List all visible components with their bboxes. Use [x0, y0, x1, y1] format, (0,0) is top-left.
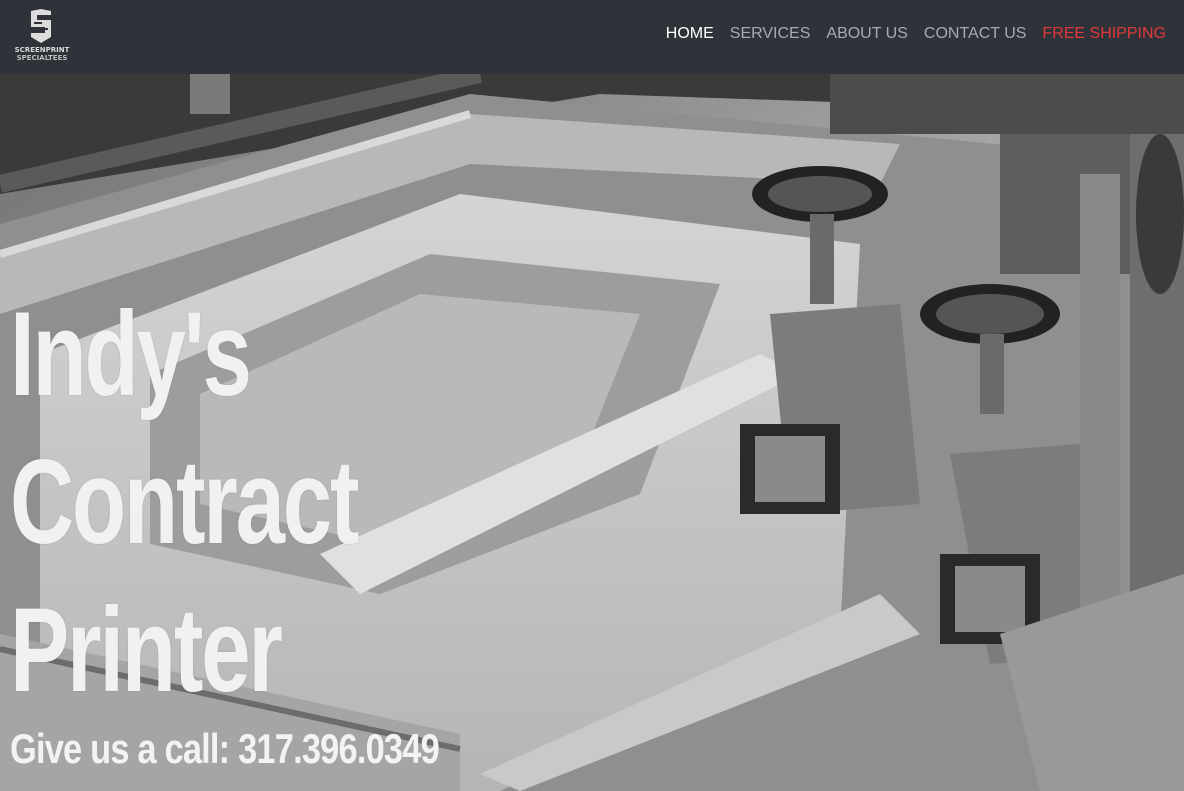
nav-about-us[interactable]: ABOUT US — [826, 25, 908, 43]
main-nav: HOME SERVICES ABOUT US CONTACT US FREE S… — [666, 25, 1166, 43]
hero-section: Indy's Contract Printer Give us a call: … — [0, 74, 1184, 791]
nav-services[interactable]: SERVICES — [730, 25, 811, 43]
logo-word-specialtees: SPECIALTEES — [16, 54, 68, 62]
ss-logo-icon — [31, 9, 51, 43]
headline-line-3: Printer — [10, 583, 283, 717]
nav-home[interactable]: HOME — [666, 25, 714, 43]
brand-logo[interactable]: SCREENPRINT SPECIALTEES — [14, 9, 70, 65]
nav-contact-us[interactable]: CONTACT US — [924, 25, 1027, 43]
phone-callout[interactable]: Give us a call: 317.396.0349 — [10, 724, 440, 774]
nav-free-shipping[interactable]: FREE SHIPPING — [1042, 25, 1166, 43]
headline-line-1: Indy's — [10, 287, 252, 421]
logo-word-screenprint: SCREENPRINT — [14, 46, 70, 54]
headline-line-2: Contract — [10, 435, 360, 569]
hero-headline: Indy's Contract Printer — [10, 280, 424, 724]
top-nav-bar: SCREENPRINT SPECIALTEES HOME SERVICES AB… — [0, 0, 1184, 74]
